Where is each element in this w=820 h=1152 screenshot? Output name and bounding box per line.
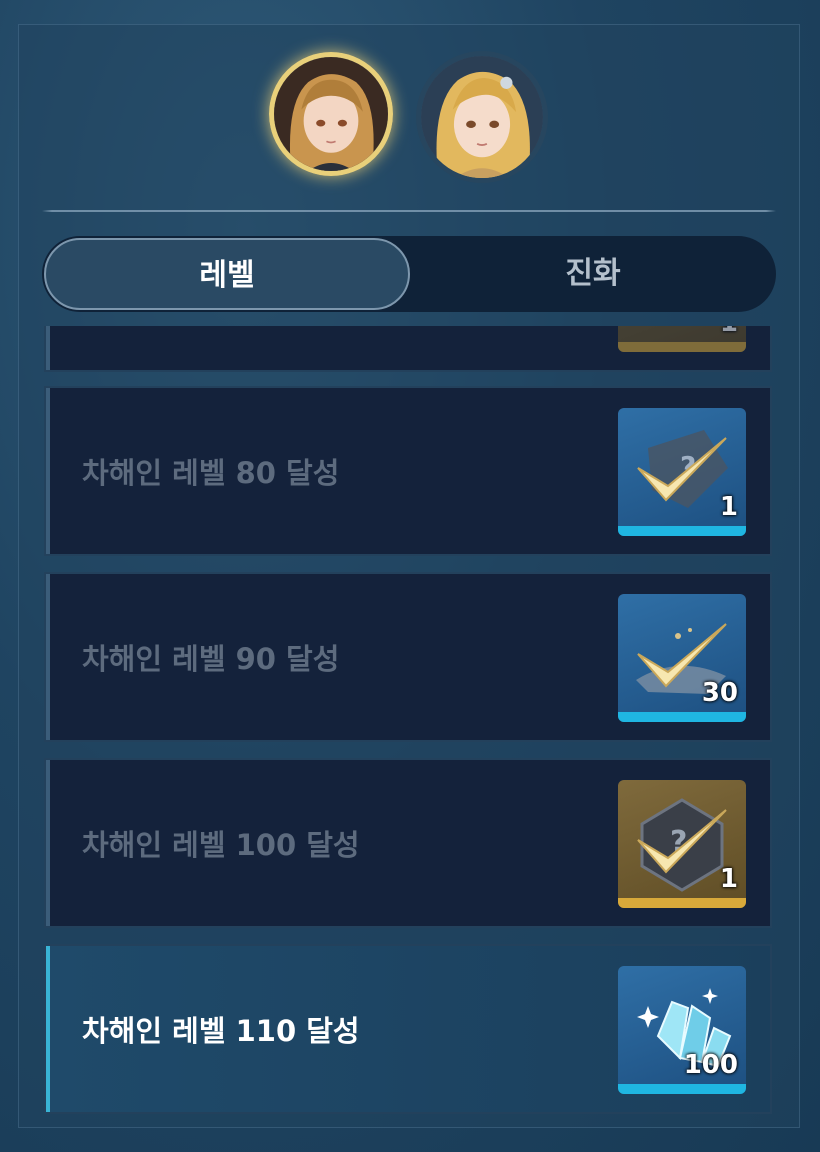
claimed-check-icon xyxy=(637,809,727,874)
character-portrait-other[interactable] xyxy=(416,51,548,183)
character-face-icon xyxy=(274,57,388,171)
reward-bar xyxy=(618,526,746,536)
mission-label: 차해인 레벨 90 달성 xyxy=(82,642,340,676)
reward-quantity: 1 xyxy=(720,326,738,338)
section-divider xyxy=(42,210,776,212)
mission-list[interactable]: 1 차해인 레벨 80 달성 ? 1 차해인 레벨 90 달성 xyxy=(42,326,776,1116)
reward-quantity: 100 xyxy=(683,1050,738,1080)
character-portrait-selected[interactable] xyxy=(269,52,393,176)
reward-slot[interactable]: 100 xyxy=(618,966,746,1094)
tab-evolution[interactable]: 진화 xyxy=(412,236,774,312)
mission-row: 1 xyxy=(44,326,772,372)
mission-row-claimable[interactable]: 차해인 레벨 110 달성 100 xyxy=(44,944,772,1114)
reward-slot[interactable]: 1 xyxy=(618,326,746,352)
reward-slot[interactable]: ? 1 xyxy=(618,780,746,908)
character-face-icon xyxy=(421,56,543,178)
reward-bar xyxy=(618,1084,746,1094)
reward-slot[interactable]: ? 1 xyxy=(618,408,746,536)
tab-bar: 레벨 진화 xyxy=(42,236,776,312)
mission-label: 차해인 레벨 80 달성 xyxy=(82,456,340,490)
reward-quantity: 1 xyxy=(719,864,738,894)
reward-slot[interactable]: 30 xyxy=(618,594,746,722)
claimed-check-icon xyxy=(637,437,727,502)
reward-quantity: 30 xyxy=(701,678,738,708)
mission-row: 차해인 레벨 100 달성 ? 1 xyxy=(44,758,772,928)
reward-bar xyxy=(618,342,746,352)
tab-level[interactable]: 레벨 xyxy=(44,238,410,310)
mission-label: 차해인 레벨 100 달성 xyxy=(82,828,360,862)
reward-bar xyxy=(618,712,746,722)
mission-row: 차해인 레벨 80 달성 ? 1 xyxy=(44,386,772,556)
mission-label: 차해인 레벨 110 달성 xyxy=(82,1014,360,1048)
reward-bar xyxy=(618,898,746,908)
reward-quantity: 1 xyxy=(719,492,738,522)
mission-row: 차해인 레벨 90 달성 30 xyxy=(44,572,772,742)
